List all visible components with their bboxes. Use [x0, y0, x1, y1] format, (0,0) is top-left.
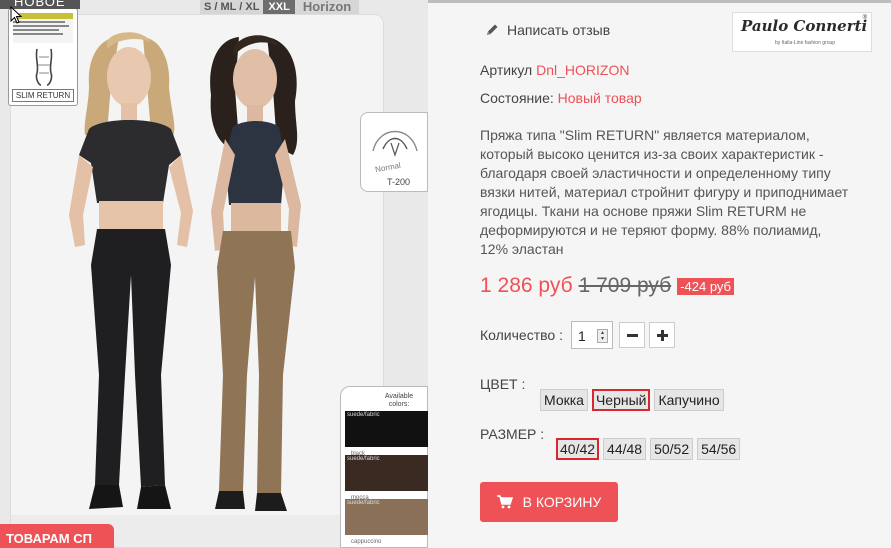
cart-icon [496, 495, 513, 509]
add-to-cart-button[interactable]: В КОРЗИНУ [480, 482, 618, 522]
quantity-increase-button[interactable] [648, 322, 675, 348]
article-line: Артикул Dnl_HORIZON [480, 62, 629, 78]
promo-ribbon[interactable]: ТОВАРАМ СП [0, 524, 114, 548]
color-option-mokka[interactable]: Мокка [540, 389, 588, 411]
article-label: Артикул [480, 62, 533, 78]
condition-label: Состояние: [480, 90, 554, 106]
brand-logo-text: Paulo Connerti [741, 17, 868, 35]
product-image-pane[interactable]: S / ML / XL XXL Horizon SLIM RETURN НОВО… [0, 0, 428, 548]
minus-icon [626, 334, 638, 337]
certificate-strip [13, 13, 73, 43]
image-top-tabs: S / ML / XL XXL Horizon [200, 0, 360, 14]
old-price: 1 709 руб [578, 274, 672, 297]
size-option-40-42[interactable]: 40/42 [556, 438, 600, 460]
model-code: T-200 [387, 177, 411, 187]
right-model-top [225, 121, 285, 205]
swatch-material: suede/fabric [347, 500, 380, 506]
quantity-decrease-button[interactable] [618, 322, 645, 348]
pencil-icon [487, 24, 498, 35]
swatch-cappuccino: suede/fabric cappuccino [345, 499, 428, 545]
discount-badge: -424 руб [677, 277, 734, 295]
size-option-50-52[interactable]: 50/52 [650, 438, 694, 460]
size-options: 40/42 44/48 50/52 54/56 [556, 438, 744, 460]
write-review-link[interactable]: Написать отзыв [485, 22, 610, 38]
size-option-54-56[interactable]: 54/56 [697, 438, 741, 460]
quantity-value: 1 [577, 328, 586, 344]
brand-logo-sub: by Italia-Line fashion group [775, 40, 836, 46]
xxl-tab: XXL [263, 0, 295, 14]
slim-return-label: SLIM RETURN [12, 89, 74, 102]
top-divider [428, 0, 891, 3]
product-description: Пряжа типа "Slim RETURN" является матери… [480, 127, 849, 257]
swatch-material: suede/fabric [347, 412, 380, 418]
add-to-cart-label: В КОРЗИНУ [522, 494, 602, 510]
quantity-spinner[interactable]: ▴ ▾ [596, 329, 608, 343]
color-label: ЦВЕТ : [480, 376, 526, 392]
article-value: Dnl_HORIZON [536, 62, 630, 78]
current-price: 1 286 руб [480, 274, 573, 297]
slim-figure-icon [35, 48, 53, 86]
brand-logo: Paulo Connerti ® by Italia-Line fashion … [732, 12, 872, 52]
color-option-cappuccino[interactable]: Капучино [654, 389, 724, 411]
fit-normal-badge: Normal T-200 [360, 112, 428, 192]
color-options: Мокка Черный Капучино [540, 389, 728, 411]
size-label: РАЗМЕР : [480, 426, 545, 442]
swatch-mocca: suede/fabric mocca [345, 455, 428, 501]
condition-line: Состояние: Новый товар [480, 90, 642, 106]
mouse-cursor-icon [10, 6, 22, 24]
plus-icon-vertical [660, 330, 664, 341]
right-model-face [233, 49, 277, 109]
quantity-row: Количество : 1 ▴ ▾ [480, 321, 679, 349]
quantity-label: Количество : [480, 327, 563, 343]
quantity-input[interactable]: 1 ▴ ▾ [570, 321, 613, 349]
brand-tab: Horizon [294, 0, 360, 14]
swatch-material: suede/fabric [347, 456, 380, 462]
fit-icon [372, 130, 418, 157]
swatch-black: suede/fabric black [345, 411, 428, 457]
size-option-44-48[interactable]: 44/48 [603, 438, 647, 460]
available-colors-panel: Available colors: suede/fabric black sue… [340, 386, 428, 548]
sizes-tab: S / ML / XL [200, 0, 264, 14]
write-review-label: Написать отзыв [507, 22, 611, 38]
left-model-face [107, 47, 151, 107]
swatch-name: cappuccino [351, 539, 382, 545]
brand-logo-reg: ® [862, 15, 867, 21]
color-option-black[interactable]: Черный [591, 389, 651, 411]
colors-title: Available colors: [384, 393, 414, 408]
price-row: 1 286 руб 1 709 руб -424 руб [480, 274, 734, 298]
product-info-pane: Написать отзыв Paulo Connerti ® by Itali… [428, 0, 891, 548]
condition-value: Новый товар [557, 90, 642, 106]
